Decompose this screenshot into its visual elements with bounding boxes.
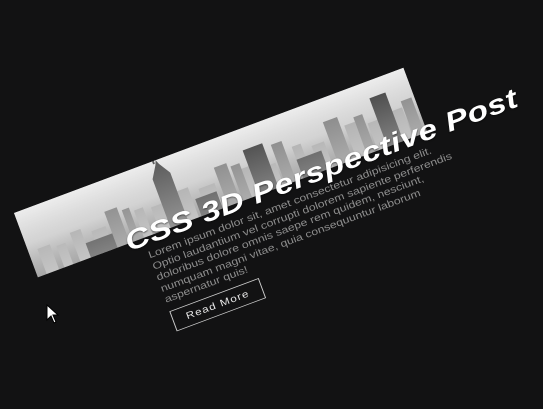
post-content: CSS 3D Perspective Post Lorem ipsum dolo…	[42, 82, 522, 370]
mouse-pointer-icon	[46, 304, 60, 324]
page: CSS 3D Perspective Post Lorem ipsum dolo…	[0, 0, 543, 409]
perspective-post-card: CSS 3D Perspective Post Lorem ipsum dolo…	[14, 67, 522, 370]
